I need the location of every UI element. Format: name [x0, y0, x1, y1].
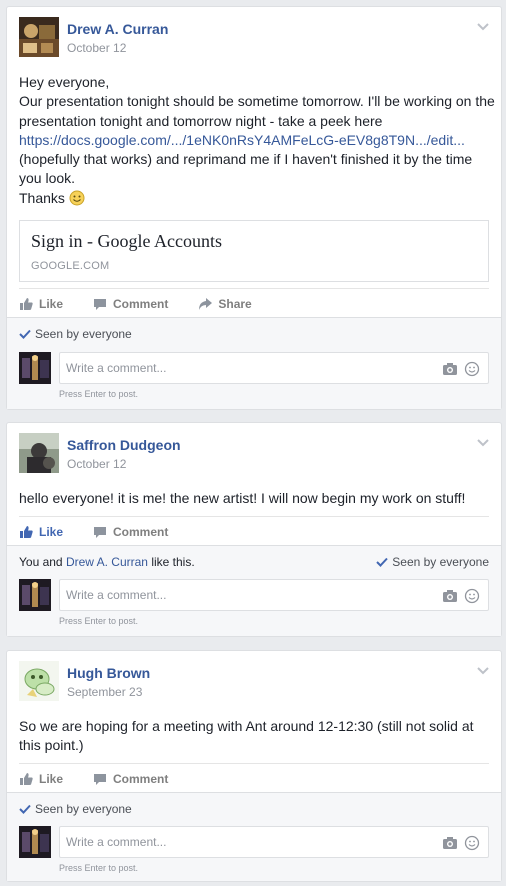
camera-icon[interactable]	[442, 588, 458, 604]
text-line: Our presentation tonight should be somet…	[19, 93, 495, 110]
comment-placeholder: Write a comment...	[66, 588, 167, 602]
comment-area: You and Drew A. Curran like this. Seen b…	[7, 545, 501, 636]
post-hint: Press Enter to post.	[59, 863, 139, 873]
comment-button[interactable]: Comment	[93, 525, 168, 539]
text-line: you look.	[19, 170, 76, 187]
post-header: Hugh Brown September 23	[7, 651, 501, 717]
post-date[interactable]: October 12	[67, 41, 126, 55]
action-bar: Like Comment	[19, 516, 489, 546]
text-line: presentation tonight and tomorrow night …	[19, 112, 383, 129]
chevron-down-icon[interactable]	[475, 437, 491, 449]
share-icon	[199, 297, 213, 310]
likes-summary: You and Drew A. Curran like this.	[19, 555, 195, 569]
camera-icon[interactable]	[442, 835, 458, 851]
link-preview[interactable]: Sign in - Google Accounts GOOGLE.COM	[19, 220, 489, 283]
avatar[interactable]	[19, 433, 59, 473]
post-hint: Press Enter to post.	[59, 389, 139, 399]
comment-input[interactable]: Write a comment...	[59, 579, 489, 611]
commenter-avatar	[19, 579, 51, 611]
post-hint: Press Enter to post.	[59, 616, 139, 626]
post-text: So we are hoping for a meeting with Ant …	[7, 717, 501, 756]
text-line: hello everyone! it is me! the new artist…	[19, 490, 466, 506]
like-label: Like	[39, 296, 64, 311]
like-icon	[20, 525, 33, 538]
seen-label: Seen by everyone	[392, 555, 489, 569]
preview-domain: GOOGLE.COM	[31, 260, 110, 273]
emoji-icon[interactable]	[464, 835, 480, 851]
commenter-avatar	[19, 352, 51, 384]
seen-indicator: Seen by everyone	[376, 555, 489, 569]
post-text: hello everyone! it is me! the new artist…	[7, 489, 501, 508]
like-label: Like	[39, 771, 64, 786]
checkmark-icon	[376, 557, 388, 567]
comment-input[interactable]: Write a comment...	[59, 826, 489, 858]
comment-label: Comment	[113, 296, 169, 311]
comment-placeholder: Write a comment...	[66, 361, 167, 375]
comment-icon	[94, 526, 107, 538]
text-line: So we are hoping for a meeting with Ant …	[19, 718, 474, 734]
comment-icon	[94, 773, 107, 785]
emoji-icon[interactable]	[464, 361, 480, 377]
text-line-thanks: Thanks	[19, 189, 489, 208]
chevron-down-icon[interactable]	[475, 21, 491, 33]
checkmark-icon	[19, 329, 31, 339]
like-icon	[20, 297, 33, 310]
seen-indicator: Seen by everyone	[19, 802, 132, 816]
post-header: Saffron Dudgeon October 12	[7, 423, 501, 489]
likes-prefix: You and	[19, 555, 66, 569]
checkmark-icon	[19, 804, 31, 814]
like-label: Like	[39, 524, 64, 539]
avatar[interactable]	[19, 17, 59, 57]
post-saffron: Saffron Dudgeon October 12 hello everyon…	[6, 422, 502, 637]
thanks-text: Thanks	[19, 189, 65, 206]
comment-area: Seen by everyone Write a comment... Pres…	[7, 317, 501, 409]
action-bar: Like Comment	[19, 763, 489, 793]
comment-label: Comment	[113, 771, 169, 786]
smiley-icon	[69, 190, 85, 206]
post-hugh: Hugh Brown September 23 So we are hoping…	[6, 650, 502, 882]
comment-icon	[94, 298, 107, 310]
like-button[interactable]: Like	[19, 297, 63, 311]
like-button[interactable]: Like	[19, 772, 63, 786]
post-drew: Drew A. Curran October 12 Hey everyone, …	[6, 6, 502, 410]
share-button[interactable]: Share	[198, 296, 252, 311]
author-name[interactable]: Saffron Dudgeon	[67, 437, 181, 453]
post-date[interactable]: September 23	[67, 685, 142, 699]
liker-link[interactable]: Drew A. Curran	[66, 555, 148, 569]
comment-button[interactable]: Comment	[93, 772, 168, 786]
seen-label: Seen by everyone	[35, 327, 132, 341]
emoji-icon[interactable]	[464, 588, 480, 604]
action-bar: Like Comment Share	[19, 288, 489, 318]
text-line: (hopefully that works) and reprimand me …	[19, 151, 473, 168]
likes-suffix: like this.	[147, 555, 195, 569]
chevron-down-icon[interactable]	[475, 665, 491, 677]
comment-placeholder: Write a comment...	[66, 835, 167, 849]
text-line: Hey everyone,	[19, 74, 110, 90]
like-button[interactable]: Like	[19, 525, 63, 539]
doc-link[interactable]: https://docs.google.com/.../1eNK0nRsY4AM…	[19, 131, 489, 150]
post-date[interactable]: October 12	[67, 457, 126, 471]
author-name[interactable]: Hugh Brown	[67, 665, 150, 681]
like-icon	[20, 772, 33, 785]
comment-button[interactable]: Comment	[93, 297, 168, 311]
seen-label: Seen by everyone	[35, 802, 132, 816]
commenter-avatar	[19, 826, 51, 858]
post-header: Drew A. Curran October 12	[7, 7, 501, 73]
comment-input[interactable]: Write a comment...	[59, 352, 489, 384]
avatar[interactable]	[19, 661, 59, 701]
share-label: Share	[218, 296, 252, 311]
seen-indicator: Seen by everyone	[19, 327, 132, 341]
comment-area: Seen by everyone Write a comment... Pres…	[7, 792, 501, 881]
camera-icon[interactable]	[442, 361, 458, 377]
comment-label: Comment	[113, 524, 169, 539]
text-line: this point.)	[19, 737, 84, 754]
preview-title[interactable]: Sign in - Google Accounts	[31, 231, 477, 252]
author-name[interactable]: Drew A. Curran	[67, 21, 168, 37]
post-text: Hey everyone, Our presentation tonight s…	[7, 73, 501, 208]
